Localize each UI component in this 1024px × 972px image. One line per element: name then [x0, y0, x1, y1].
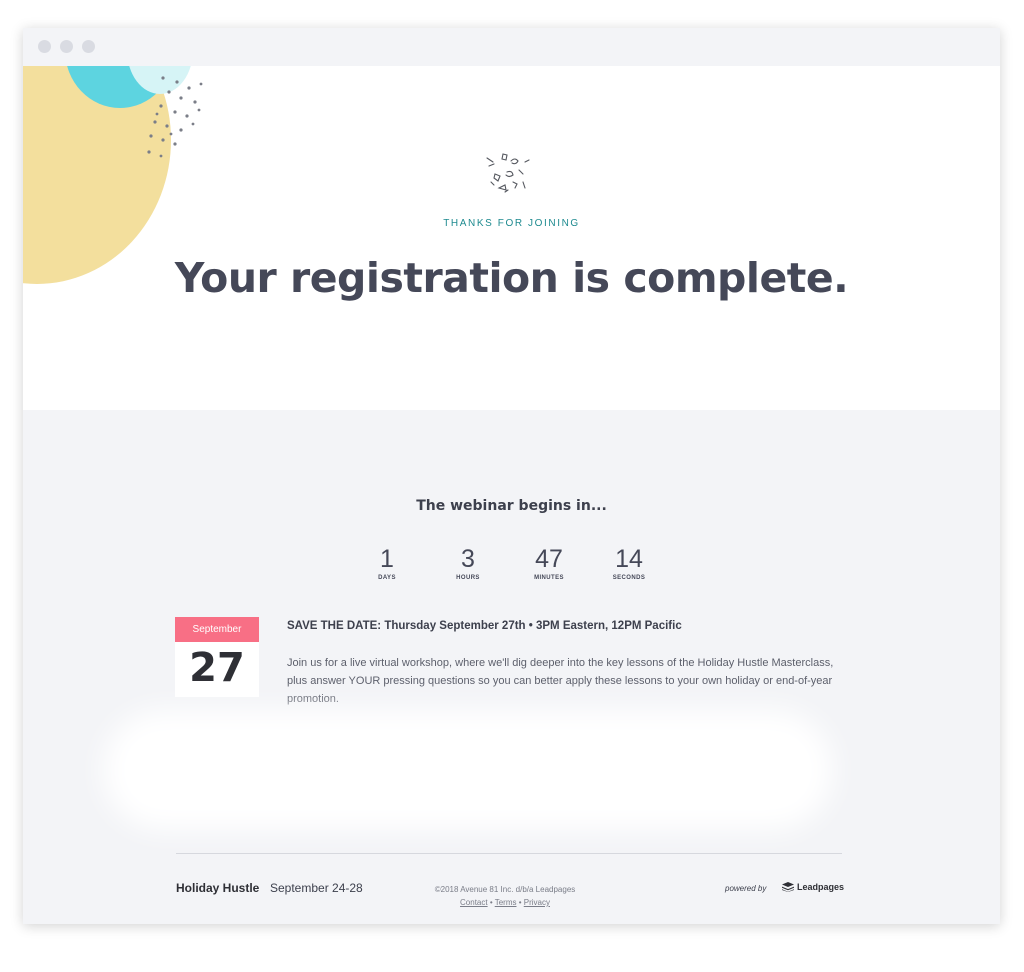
window-titlebar: [23, 28, 1000, 66]
leadpages-name: Leadpages: [797, 882, 845, 892]
window-dot-icon: [38, 40, 51, 53]
countdown-value: 1: [380, 545, 394, 573]
footer-brand: Holiday Hustle: [176, 881, 260, 895]
window-dot-icon: [82, 40, 95, 53]
leadpages-badge[interactable]: Leadpages: [782, 882, 844, 892]
browser-window: THANKS FOR JOINING Your registration is …: [23, 28, 1000, 924]
countdown-unit: MINUTES: [534, 575, 564, 581]
speckles-decoration: [147, 76, 203, 158]
countdown-days: 1 DAYS: [347, 544, 427, 581]
footer-dates: September 24-28: [270, 881, 363, 895]
thanks-kicker: THANKS FOR JOINING: [443, 218, 580, 229]
countdown-heading: The webinar begins in...: [416, 498, 607, 514]
countdown-unit: SECONDS: [612, 575, 646, 581]
footer-copyright: ©2018 Avenue 81 Inc. d/b/a Leadpages: [434, 885, 576, 894]
save-the-date: SAVE THE DATE: Thursday September 27th •…: [287, 620, 682, 632]
terms-link[interactable]: Terms: [495, 898, 517, 907]
countdown-seconds: 14 SECONDS: [589, 544, 669, 581]
calendar-day: 27: [189, 645, 245, 691]
countdown-hours: 3 HOURS: [428, 544, 508, 581]
privacy-link[interactable]: Privacy: [524, 898, 550, 907]
hero-section: THANKS FOR JOINING Your registration is …: [23, 66, 1000, 410]
countdown-value: 3: [461, 545, 475, 573]
calendar-badge: September 27: [175, 617, 259, 697]
countdown-value: 14: [615, 545, 643, 573]
page-title: Your registration is complete.: [174, 254, 849, 302]
leadpages-logo-icon: [782, 882, 794, 892]
calendar-month: September: [175, 617, 259, 642]
event-description: Join us for a live virtual workshop, whe…: [287, 657, 834, 705]
footer-links: Contact • Terms • Privacy: [460, 898, 550, 907]
countdown-minutes: 47 MINUTES: [509, 544, 589, 581]
window-dot-icon: [60, 40, 73, 53]
blurred-cloud-decoration: [103, 710, 833, 830]
confetti-icon: [486, 153, 530, 193]
footer-divider: [176, 853, 842, 854]
footer-copyright-block: ©2018 Avenue 81 Inc. d/b/a Leadpages Con…: [415, 883, 595, 909]
powered-by-label: powered by: [725, 884, 767, 893]
countdown-value: 47: [535, 545, 563, 573]
countdown-unit: HOURS: [456, 575, 480, 581]
contact-link[interactable]: Contact: [460, 898, 488, 907]
countdown-unit: DAYS: [378, 575, 396, 581]
webinar-section: The webinar begins in... 1 DAYS 3 HOURS …: [23, 410, 1000, 924]
